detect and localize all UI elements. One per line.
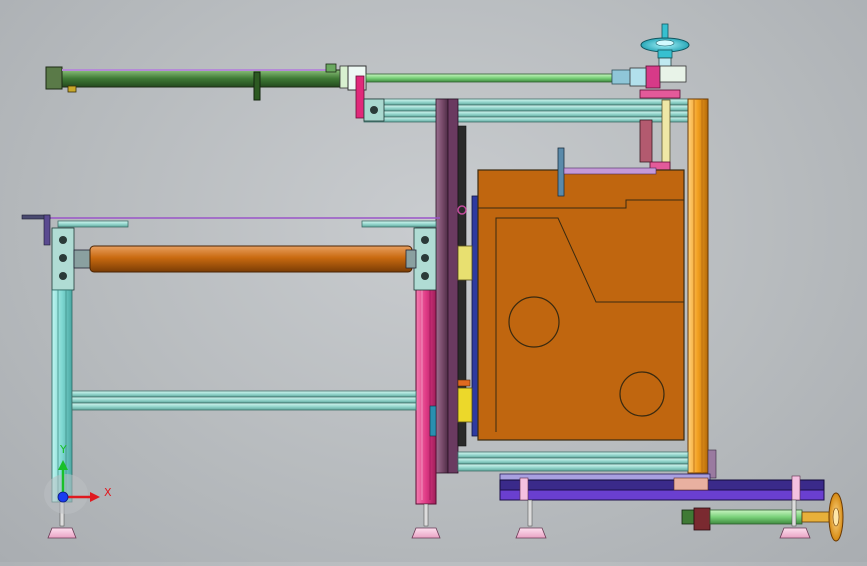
center-pillars: [415, 98, 473, 505]
foot-3: [515, 499, 547, 539]
right-orange-column: [687, 98, 709, 474]
z-axis-dot: [57, 491, 69, 503]
cad-viewport[interactable]: X Y: [0, 0, 867, 562]
bottom-base-plate: [499, 473, 825, 501]
orange-roller: [73, 245, 417, 273]
x-axis-label: X: [104, 486, 112, 499]
machine-cabinet: [471, 147, 685, 441]
foot-2: [411, 503, 441, 539]
machine-assembly-drawing: X Y: [21, 23, 844, 542]
lower-left-rails: [71, 390, 417, 411]
top-frame-rails: [363, 98, 691, 123]
top-pneumatic-cylinder: [45, 63, 367, 101]
y-axis-label: Y: [59, 443, 67, 456]
